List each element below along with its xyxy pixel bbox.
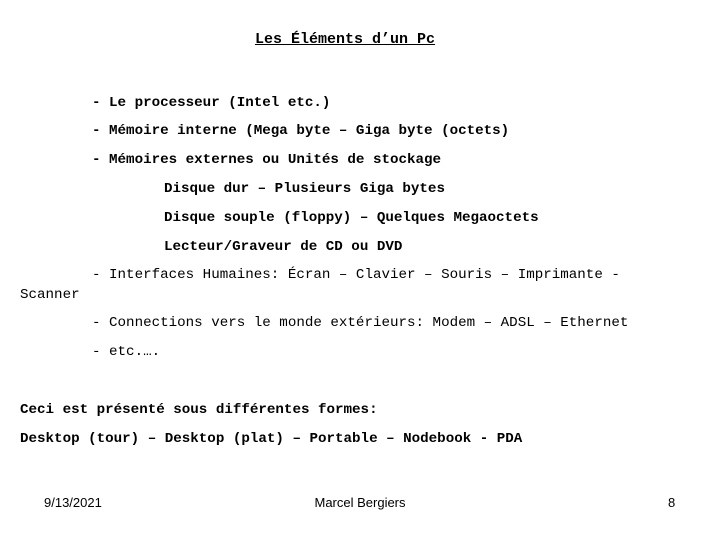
list-item-etc: - etc.…. (92, 344, 161, 360)
list-item-internal-memory: - Mémoire interne (Mega byte – Giga byte… (92, 123, 510, 139)
list-item-connections: - Connections vers le monde extérieurs: … (92, 315, 629, 331)
footer-page-number: 8 (668, 495, 676, 510)
list-item-processor: - Le processeur (Intel etc.) (92, 95, 331, 111)
list-item-interfaces-continued: Scanner (20, 287, 80, 303)
forms-intro: Ceci est présenté sous différentes forme… (20, 402, 378, 418)
slide-title: Les Éléments d’un Pc (254, 31, 436, 48)
subitem-floppy: Disque souple (floppy) – Quelques Megaoc… (164, 210, 539, 226)
list-item-interfaces: - Interfaces Humaines: Écran – Clavier –… (92, 267, 620, 283)
subitem-hard-disk: Disque dur – Plusieurs Giga bytes (164, 181, 445, 197)
list-item-external-memory: - Mémoires externes ou Unités de stockag… (92, 152, 442, 168)
subitem-cd-dvd: Lecteur/Graveur de CD ou DVD (164, 239, 403, 255)
forms-list: Desktop (tour) – Desktop (plat) – Portab… (20, 431, 523, 447)
footer-author: Marcel Bergiers (314, 495, 406, 510)
